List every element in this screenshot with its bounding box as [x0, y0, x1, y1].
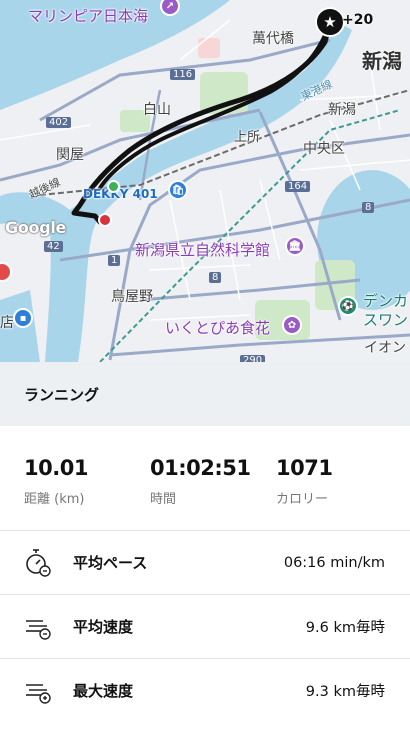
map-label-science-museum: 新潟県立自然科学館 [135, 241, 271, 259]
map-label-kamitokoro: 上所 [234, 130, 261, 145]
map-label-route-164: 164 [285, 181, 311, 192]
finish-star-marker-icon[interactable]: ★ [315, 7, 345, 37]
flower-poi-icon[interactable]: ✿ [282, 315, 302, 335]
distance-label: 距離 (km) [24, 492, 85, 507]
map-label-route-42: 42 [44, 241, 63, 252]
map-label-denka: デンカ [363, 292, 409, 310]
bonus-points-badge: +20 [342, 12, 374, 28]
museum-poi-icon[interactable]: 🏛 [285, 236, 305, 256]
shopping-poi-icon[interactable]: 🛍 [168, 180, 188, 200]
activity-type-header: ランニング [0, 362, 410, 426]
avg-speed-label: 平均速度 [73, 618, 134, 636]
map-label-swan: スワン [363, 311, 409, 329]
arena-poi-icon[interactable]: ⚽ [338, 296, 358, 316]
map-label-bandai-bridge: 萬代橋 [252, 31, 294, 47]
summary-stats: 10.01 距離 (km) 01:02:51 時間 1071 カロリー [0, 426, 410, 526]
time-value: 01:02:51 [150, 456, 251, 480]
start-point-marker [107, 180, 120, 193]
avg-pace-value: 06:16 min/km [283, 554, 385, 571]
distance-value: 10.01 [24, 456, 88, 480]
map-label-niigata-station: 新潟 [328, 102, 356, 118]
google-logo: Google [5, 218, 67, 237]
calories-label: カロリー [276, 492, 329, 507]
map-label-route-8: 8 [209, 272, 222, 283]
map-label-route-116: 116 [170, 69, 196, 80]
map-label-hakusan: 白山 [143, 102, 171, 118]
avg-speed-row: 平均速度 9.6 km毎時 [0, 594, 410, 658]
map-label-route-290: 290 [240, 355, 266, 362]
speed-lines-icon [26, 619, 51, 640]
speed-lines-plus-icon [26, 683, 51, 704]
avg-pace-row: 平均ペース 06:16 min/km [0, 530, 410, 594]
activity-type-label: ランニング [24, 385, 100, 404]
time-stat: 01:02:51 時間 [150, 456, 251, 507]
max-speed-value: 9.3 km毎時 [305, 684, 385, 700]
avg-speed-value: 9.6 km毎時 [305, 620, 385, 636]
route-map[interactable]: マリンピア日本海 萬代橋 新潟 白山 116 東港線 新潟 上所 関屋 402 … [0, 0, 410, 362]
map-label-left-shop: 店 [0, 315, 14, 331]
max-speed-row: 最大速度 9.3 km毎時 [0, 658, 410, 722]
distance-stat: 10.01 距離 (km) [24, 456, 88, 507]
star-icon: ★ [323, 13, 337, 31]
time-label: 時間 [150, 492, 177, 507]
calories-value: 1071 [276, 456, 333, 480]
map-label-sekiya: 関屋 [56, 147, 84, 163]
map-label-deky401: DEKKY 401 [83, 187, 158, 201]
map-label-aeon: イオン [364, 340, 406, 356]
map-label-marine-pia: マリンピア日本海 [28, 7, 149, 25]
map-label-ikutopia: いくとぴあ食花 [165, 319, 271, 337]
map-label-route-8-right: 8 [362, 202, 375, 213]
avg-pace-label: 平均ペース [73, 554, 148, 572]
map-label-chuo-ku: 中央区 [303, 141, 345, 157]
shop-poi-icon[interactable]: ▪ [13, 308, 33, 328]
map-label-toriyano: 鳥屋野 [111, 289, 153, 305]
map-label-route-402: 402 [46, 117, 72, 128]
max-speed-label: 最大速度 [73, 682, 134, 700]
map-label-route-1: 1 [108, 255, 121, 266]
stopwatch-icon [26, 548, 51, 577]
calories-stat: 1071 カロリー [276, 456, 333, 507]
map-label-niigata: 新潟 [362, 49, 402, 73]
end-point-marker [98, 213, 112, 227]
